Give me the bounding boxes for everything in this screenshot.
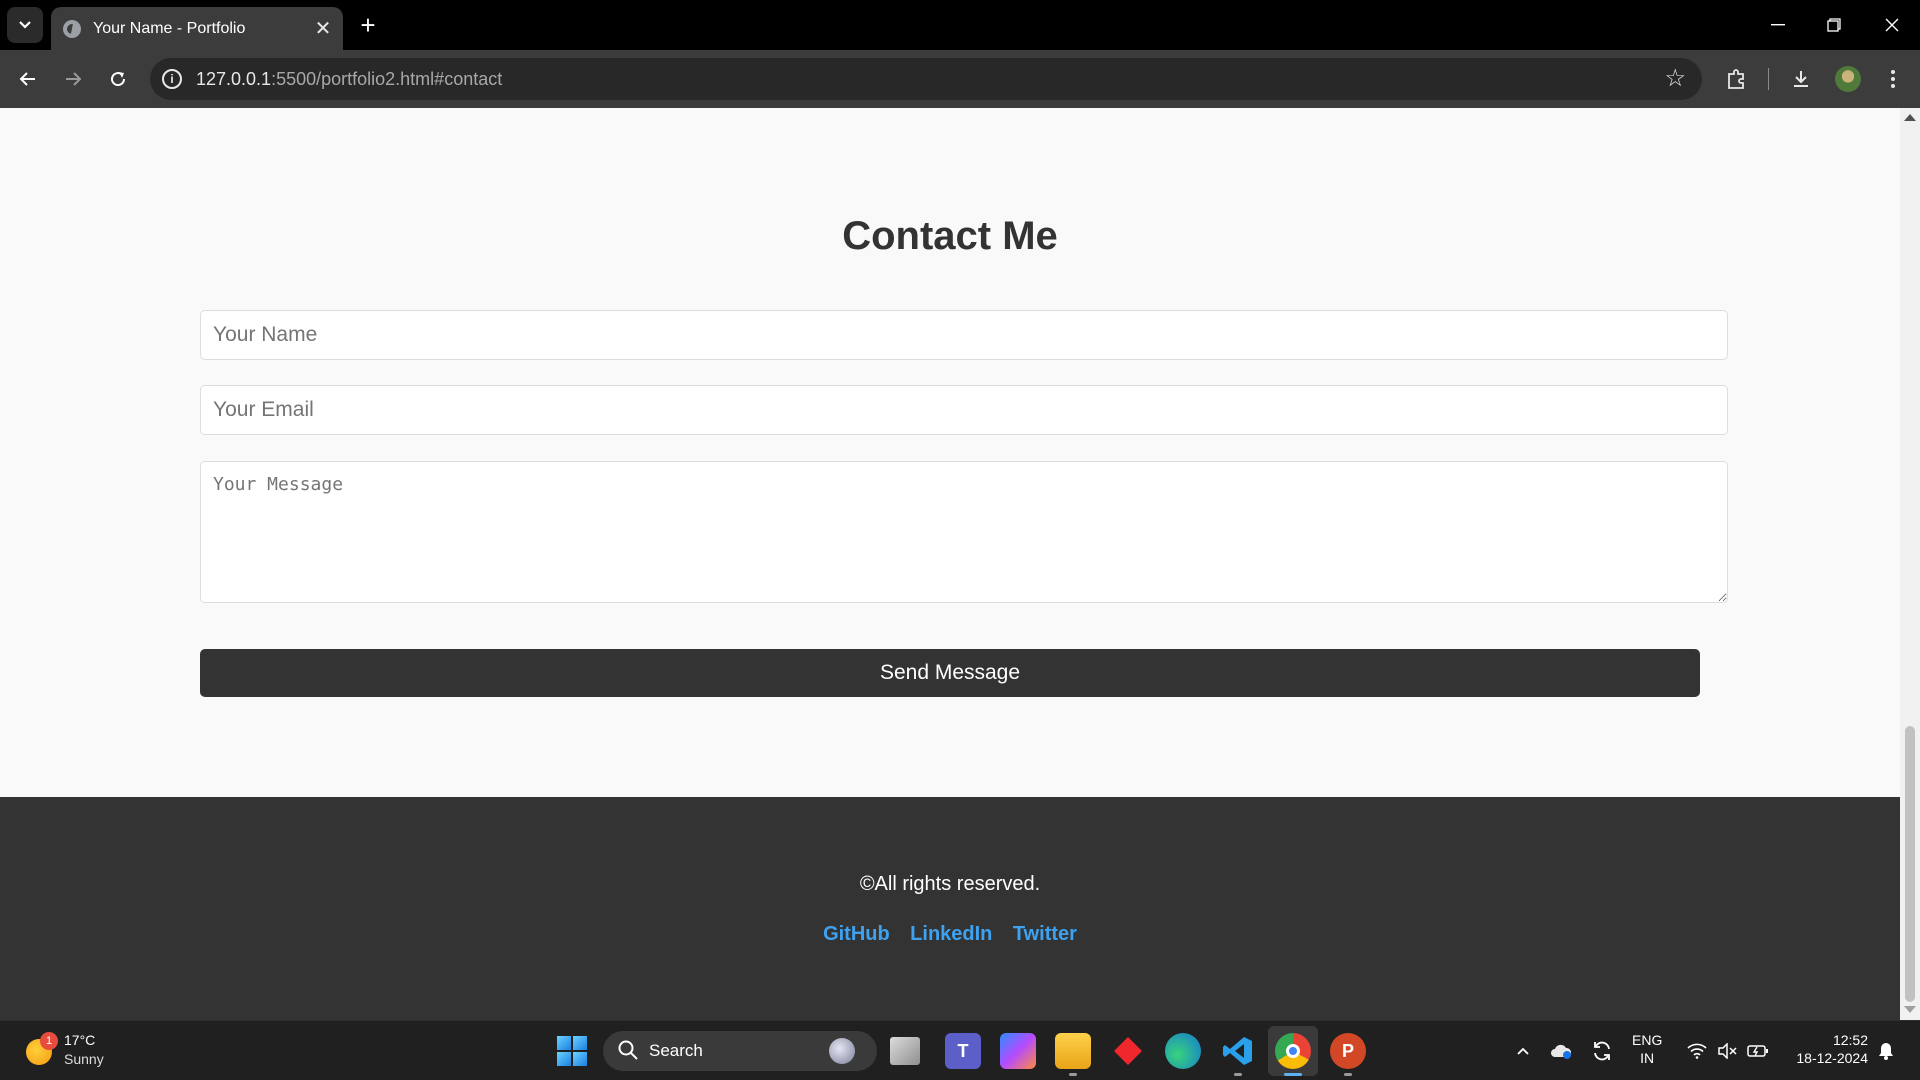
refresh-sync-icon — [1594, 1041, 1610, 1061]
chevron-down-icon — [19, 21, 31, 29]
task-view-icon[interactable] — [890, 1037, 920, 1065]
page-footer: ©All rights reserved. GitHub LinkedIn Tw… — [0, 797, 1900, 1020]
teams-icon[interactable]: T — [945, 1033, 981, 1069]
weather-notification-badge: 1 — [40, 1032, 58, 1050]
reload-icon — [111, 72, 126, 87]
extensions-button[interactable] — [1718, 61, 1754, 97]
active-app-indicator — [1284, 1073, 1302, 1076]
file-explorer-icon[interactable] — [1055, 1033, 1091, 1069]
running-indicator — [1234, 1073, 1242, 1076]
notifications-bell-icon[interactable] — [1874, 1039, 1898, 1063]
bookmark-star-icon[interactable]: ☆ — [1664, 64, 1686, 93]
search-label: Search — [649, 1041, 703, 1060]
section-title: Contact Me — [842, 214, 1058, 258]
browser-tab-strip: Your Name - Portfolio ✕ + — [0, 0, 1920, 50]
vscode-icon[interactable] — [1220, 1033, 1256, 1069]
running-indicator — [1069, 1073, 1077, 1076]
toolbar-divider — [1768, 68, 1769, 90]
site-info-icon[interactable]: i — [162, 69, 182, 89]
volume-muted-icon[interactable] — [1715, 1039, 1739, 1063]
onedrive-icon[interactable] — [1549, 1039, 1573, 1063]
wifi-signal-icon — [1687, 1043, 1707, 1059]
search-highlight-icon — [829, 1038, 855, 1064]
show-hidden-icons-button[interactable] — [1511, 1039, 1535, 1063]
name-input[interactable] — [200, 310, 1728, 360]
windows-start-icon[interactable] — [557, 1036, 587, 1066]
tab-title: Your Name - Portfolio — [93, 19, 246, 37]
system-clock[interactable]: 12:52 18-12-2024 — [1784, 1031, 1868, 1067]
page-scrollbar[interactable] — [1900, 108, 1920, 1020]
wifi-icon[interactable] — [1685, 1039, 1709, 1063]
weather-widget[interactable]: 1 17°C Sunny — [24, 1029, 144, 1073]
tab-search-button[interactable] — [7, 7, 43, 43]
language-indicator[interactable]: ENG IN — [1632, 1031, 1662, 1067]
github-link[interactable]: GitHub — [823, 923, 890, 945]
back-button[interactable] — [10, 61, 46, 97]
globe-icon — [63, 19, 81, 38]
region-code: IN — [1640, 1050, 1655, 1066]
scrollbar-thumb[interactable] — [1905, 726, 1915, 1002]
url-path: :5500/portfolio2.html#contact — [271, 69, 503, 89]
browser-tab[interactable]: Your Name - Portfolio ✕ — [51, 7, 343, 50]
edge-icon[interactable] — [1165, 1033, 1201, 1069]
url-host: 127.0.0.1 — [196, 69, 272, 89]
twitter-link[interactable]: Twitter — [1013, 923, 1077, 945]
social-links: GitHub LinkedIn Twitter — [0, 923, 1900, 946]
copilot-icon[interactable] — [1000, 1033, 1036, 1069]
battery-charging-icon — [1747, 1045, 1768, 1057]
url-text: 127.0.0.1:5500/portfolio2.html#contact — [196, 69, 502, 90]
speaker-mute-icon — [1718, 1043, 1737, 1059]
linkedin-link[interactable]: LinkedIn — [910, 923, 992, 945]
weather-condition: Sunny — [64, 1051, 104, 1067]
new-tab-button[interactable]: + — [352, 10, 384, 42]
arrow-left-icon — [19, 72, 35, 86]
close-tab-button[interactable]: ✕ — [309, 16, 337, 41]
puzzle-icon — [1728, 69, 1744, 89]
close-window-button[interactable] — [1864, 0, 1920, 50]
minimize-icon — [1771, 24, 1785, 26]
downloads-button[interactable] — [1783, 61, 1819, 97]
browser-menu-button[interactable] — [1875, 61, 1911, 97]
clock-time: 12:52 — [1832, 1032, 1868, 1048]
address-bar[interactable]: i 127.0.0.1:5500/portfolio2.html#contact… — [150, 58, 1702, 100]
reload-button[interactable] — [100, 61, 136, 97]
chevron-up-icon — [1517, 1047, 1529, 1055]
close-icon — [1885, 18, 1899, 32]
red-diamond-icon — [1114, 1037, 1142, 1065]
running-indicator — [1344, 1073, 1352, 1076]
scroll-down-arrow-icon[interactable] — [1904, 1006, 1916, 1013]
kebab-menu-icon — [1891, 70, 1895, 88]
clock-date: 18-12-2024 — [1796, 1050, 1868, 1066]
message-textarea[interactable] — [200, 461, 1728, 603]
bell-icon — [1879, 1043, 1893, 1060]
search-icon — [618, 1040, 638, 1060]
windows-taskbar: 1 17°C Sunny Search T P ENG IN 12:52 18-… — [0, 1020, 1920, 1080]
taskbar-search-box[interactable]: Search — [603, 1031, 877, 1071]
sync-icon[interactable] — [1590, 1039, 1614, 1063]
chrome-center-icon — [1286, 1044, 1300, 1058]
restore-button[interactable] — [1806, 0, 1862, 50]
weather-temperature: 17°C — [64, 1032, 96, 1048]
profile-avatar[interactable] — [1835, 66, 1861, 92]
minimize-button[interactable] — [1750, 0, 1806, 50]
vscode-logo-icon — [1223, 1037, 1252, 1065]
forward-button[interactable] — [55, 61, 91, 97]
language-code: ENG — [1632, 1032, 1663, 1048]
powerpoint-icon[interactable]: P — [1330, 1033, 1366, 1069]
cloud-icon — [1551, 1044, 1572, 1059]
download-icon — [1794, 71, 1808, 87]
send-message-button[interactable]: Send Message — [200, 649, 1700, 697]
email-input[interactable] — [200, 385, 1728, 435]
arrow-right-icon — [66, 72, 82, 86]
app-diamond-icon[interactable] — [1110, 1033, 1146, 1069]
scroll-up-arrow-icon[interactable] — [1904, 114, 1916, 121]
restore-icon — [1827, 18, 1841, 32]
copyright-text: ©All rights reserved. — [859, 873, 1041, 895]
chrome-icon[interactable] — [1275, 1033, 1311, 1069]
battery-icon[interactable] — [1746, 1039, 1770, 1063]
page-viewport: Contact Me Send Message ©All rights rese… — [0, 108, 1900, 1020]
